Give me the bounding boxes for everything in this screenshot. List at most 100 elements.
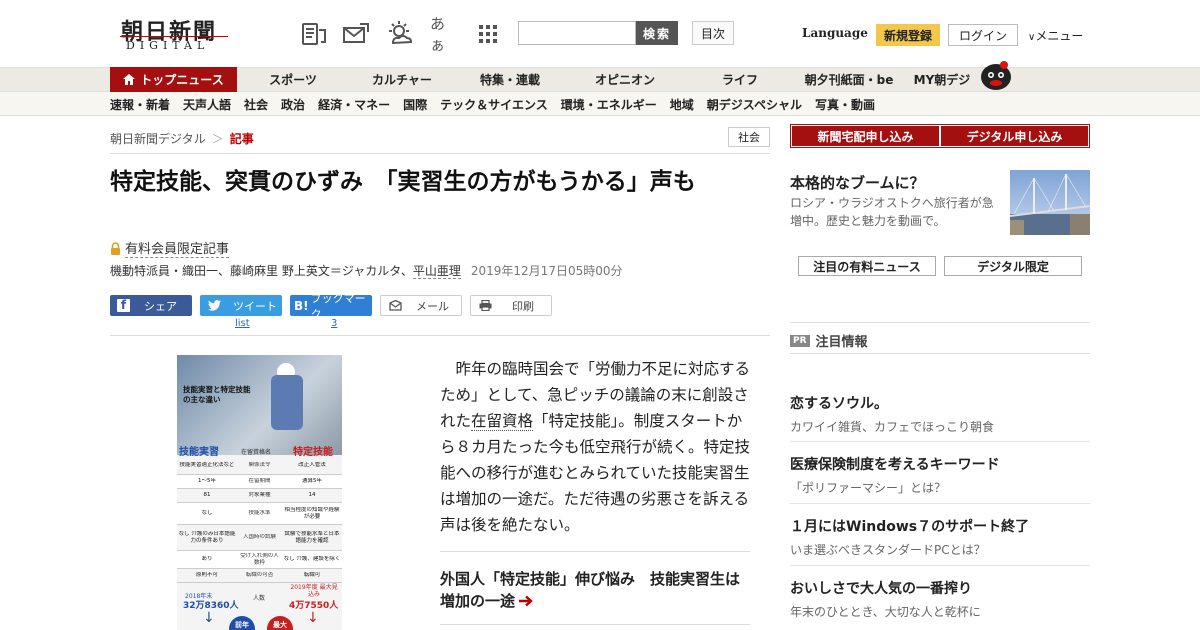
mascot-icon (981, 61, 1011, 92)
feature-thumbnail[interactable] (1010, 170, 1090, 235)
hatena-bookmark-button[interactable]: B! ブックマーク (290, 292, 372, 321)
worker-photo (177, 355, 342, 455)
login-button[interactable]: ログイン (948, 24, 1018, 46)
category-badge[interactable]: 社会 (728, 127, 770, 147)
site-logo-sub[interactable]: DIGITAL (126, 39, 209, 52)
arrow-down-icon: ↓ (307, 610, 319, 626)
nav-politics[interactable]: 政治 (281, 96, 305, 113)
secondary-nav: 速報・新着 天声人語 社会 政治 経済・マネー 国際 テック＆サイエンス 環境・… (110, 92, 888, 116)
nav-top-news[interactable]: トップニュース (110, 67, 237, 92)
pr-item[interactable]: おいしさで大人気の一番搾り 年末のひととき、大切な人と乾杯に (790, 580, 1090, 620)
figure-cell: なし 介護、建設を除く (283, 556, 341, 563)
figure-cell: 関係法令 (248, 462, 271, 469)
twitter-count[interactable]: list (235, 318, 250, 329)
figure-cell: 対象業種 (248, 492, 271, 499)
nav-breaking[interactable]: 速報・新着 (110, 96, 170, 113)
figure-left-label: 技能実習 (179, 447, 219, 458)
nav-environment[interactable]: 環境・エネルギー (561, 96, 657, 113)
menu-button[interactable]: ∨メニュー (1028, 27, 1083, 44)
mail-share-button[interactable]: メール (380, 295, 462, 316)
divider (440, 551, 750, 552)
article-title: 特定技能、突貫のひずみ 「実習生の方がもうかる」声も (110, 169, 696, 195)
nav-economy[interactable]: 経済・マネー (318, 96, 390, 113)
nav-culture[interactable]: カルチャー (349, 71, 455, 88)
author-link[interactable]: 平山亜理 (412, 264, 461, 279)
facebook-icon: f (117, 298, 130, 312)
nav-special[interactable]: 朝デジスペシャル (707, 96, 802, 113)
pr-item[interactable]: 恋するソウル。 カワイイ雑貨、カフェでほっこり朝食 (790, 395, 1090, 435)
members-only-label[interactable]: 有料会員限定記事 (110, 238, 230, 258)
divider (790, 322, 1090, 323)
nav-paper[interactable]: 朝夕刊紙面・be (795, 71, 903, 88)
members-only-text: 有料会員限定記事 (125, 238, 230, 258)
print-button[interactable]: 印刷 (470, 295, 552, 316)
nav-society[interactable]: 社会 (244, 96, 268, 113)
figure-cell: なし (201, 510, 213, 517)
feature-description[interactable]: ロシア・ウラジオストクへ旅行者が急増中。歴史と魅力を動画で。 (790, 194, 1005, 230)
feature-title[interactable]: 本格的なブームに？ (790, 172, 925, 193)
figure-cell: 1～5年 (198, 478, 216, 485)
figure-heading: 技能実習と特定技能の主な違い (183, 385, 251, 404)
hatena-count[interactable]: 3 (331, 318, 337, 329)
twitter-label: ツイート (233, 299, 277, 313)
pr-item-title: １月にはWindows７のサポート終了 (790, 519, 1030, 535)
mail-icon[interactable] (342, 20, 370, 48)
byline-authors: 機動特派員・織田一、藤崎麻里 野上英文＝ジャカルタ、 (110, 264, 413, 278)
subscribe-paper-button[interactable]: 新聞宅配申し込み (792, 126, 939, 146)
pr-item-desc: 「ポリファーマシー」とは？ (790, 481, 947, 495)
related-article-link[interactable]: 外国人「特定技能」伸び悩み 技能実習生は増加の一途 (440, 568, 750, 612)
worker-shape (271, 375, 303, 430)
tab-paid-news[interactable]: 注目の有料ニュース (798, 256, 936, 276)
register-button[interactable]: 新規登録 (876, 24, 940, 46)
byline: 機動特派員・織田一、藤崎麻里 野上英文＝ジャカルタ、平山亜理 2019年12月17… (110, 262, 623, 279)
language-link[interactable]: Language (802, 26, 868, 40)
facebook-share-button[interactable]: f シェア (110, 295, 192, 316)
breadcrumb: 朝日新聞デジタル ＞ 記事 (110, 130, 254, 147)
menu-label: メニュー (1035, 29, 1084, 43)
figure-col-mid: 在留資格名 (241, 449, 272, 456)
arrow-down-icon: ↓ (203, 610, 215, 626)
related-article-title: 外国人「特定技能」伸び悩み 技能実習生は増加の一途 (440, 570, 741, 610)
article-lead: 昨年の臨時国会で「労働力不足に対応するため」として、急ピッチの議論の末に創設され… (440, 356, 750, 538)
residence-status-link[interactable]: 在留資格 (471, 412, 534, 431)
newspaper-icon[interactable] (300, 20, 328, 48)
nav-tech[interactable]: テック＆サイエンス (440, 96, 548, 113)
logo-divider (120, 36, 228, 37)
figure-cell: 通算5年 (302, 478, 322, 485)
twitter-icon (208, 300, 221, 311)
nav-region[interactable]: 地域 (670, 96, 694, 113)
twitter-share-button[interactable]: ツイート (200, 295, 282, 316)
figure-cell: 原則不可 (195, 572, 218, 579)
index-button[interactable]: 目次 (692, 21, 734, 45)
sidebar-tabs: 注目の有料ニュース デジタル限定 (798, 256, 1082, 276)
divider (790, 353, 1090, 354)
nav-photo-video[interactable]: 写真・動画 (815, 96, 875, 113)
weather-icon[interactable] (385, 20, 413, 48)
article-infographic[interactable]: 技能実習と特定技能の主な違い 技能実習 特定技能 在留資格名 技能実習適正化法な… (177, 355, 342, 630)
subscribe-digital-button[interactable]: デジタル申し込み (941, 126, 1088, 146)
nav-top-news-label: トップニュース (140, 73, 224, 87)
nav-tensei[interactable]: 天声人語 (183, 96, 231, 113)
tab-digital-only[interactable]: デジタル限定 (944, 256, 1082, 276)
figure-cell: 改正入管法 (298, 462, 326, 469)
nav-life[interactable]: ライフ (685, 71, 795, 88)
divider (790, 441, 1090, 442)
pr-item[interactable]: 医療保険制度を考えるキーワード 「ポリファーマシー」とは？ (790, 456, 1090, 496)
search-button[interactable]: 検索 (636, 21, 678, 45)
nav-opinion[interactable]: オピニオン (565, 71, 685, 88)
figure-cell: 在留期間 (248, 478, 271, 485)
breadcrumb-home[interactable]: 朝日新聞デジタル (110, 132, 206, 146)
print-label: 印刷 (512, 299, 534, 313)
pr-item-title: 医療保険制度を考えるキーワード (790, 457, 1000, 473)
apps-grid-icon[interactable] (474, 20, 502, 48)
font-size-icon[interactable]: あぁ (430, 15, 458, 54)
search-input[interactable] (518, 21, 636, 45)
figure-cell: あり (201, 556, 213, 563)
pr-item[interactable]: １月にはWindows７のサポート終了 いま選ぶべきスタンダードPCとは？ (790, 518, 1090, 558)
nav-my-asadigi[interactable]: MY朝デジ (903, 71, 981, 88)
nav-features[interactable]: 特集・連載 (455, 71, 565, 88)
nav-international[interactable]: 国際 (403, 96, 427, 113)
mail-label: メール (416, 299, 449, 313)
figure-row: 81 対象業種 14 (177, 489, 342, 503)
nav-sports[interactable]: スポーツ (237, 71, 349, 88)
